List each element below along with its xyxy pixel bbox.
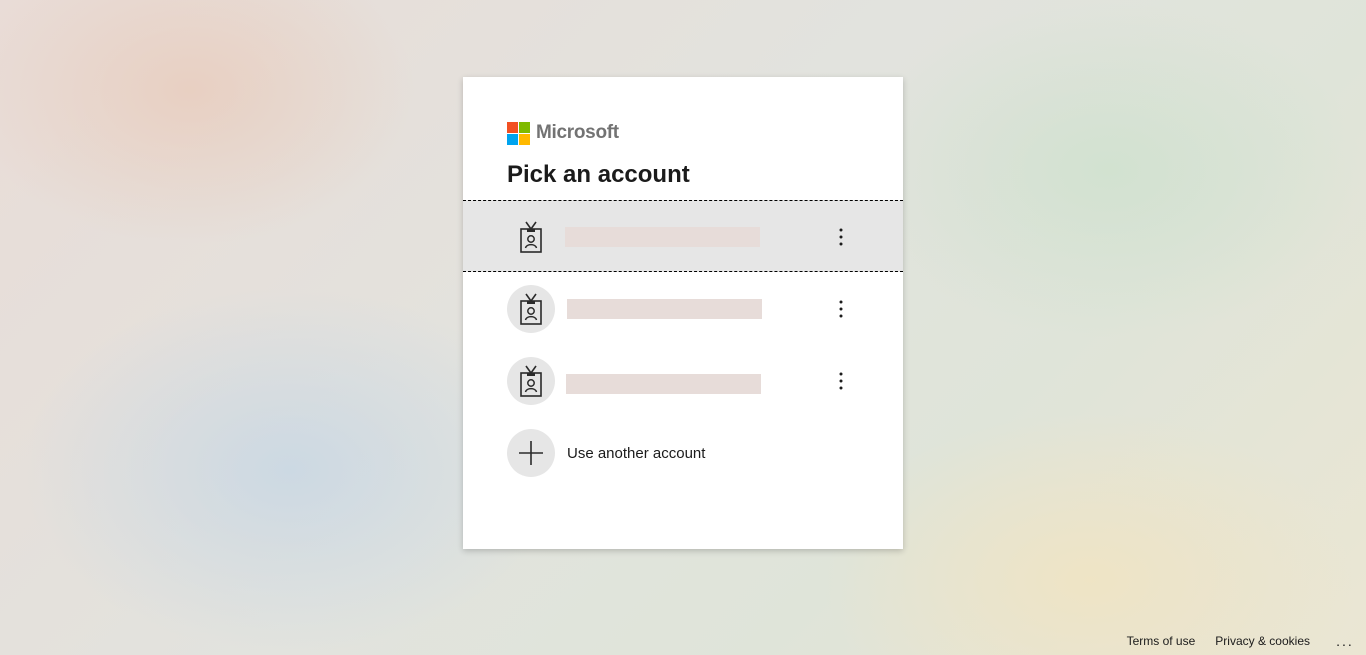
page-title: Pick an account [507, 161, 690, 188]
brand-name: Microsoft [536, 122, 619, 143]
account-email-redacted [565, 227, 760, 247]
microsoft-logo: Microsoft [507, 121, 619, 145]
account-email-redacted [567, 299, 762, 319]
more-options-footer-icon[interactable]: ... [1330, 633, 1360, 649]
plus-icon [519, 441, 543, 465]
account-email-redacted [566, 374, 761, 394]
badge-person-icon [520, 221, 542, 253]
badge-person-icon [520, 365, 542, 397]
account-tile-1[interactable] [463, 200, 903, 272]
account-avatar [507, 357, 555, 405]
use-another-account-label: Use another account [567, 445, 706, 462]
account-avatar [507, 285, 555, 333]
more-options-icon[interactable] [823, 363, 859, 399]
privacy-cookies-link[interactable]: Privacy & cookies [1215, 634, 1310, 648]
footer: Terms of use Privacy & cookies ... [1127, 627, 1366, 655]
account-tile-2[interactable] [463, 273, 903, 345]
add-account-avatar [507, 429, 555, 477]
sign-in-card: Microsoft Pick an account Use another ac… [463, 77, 903, 549]
account-tile-3[interactable] [463, 345, 903, 417]
account-avatar [507, 213, 555, 261]
more-options-icon[interactable] [823, 219, 859, 255]
microsoft-logo-icon [507, 121, 530, 145]
terms-of-use-link[interactable]: Terms of use [1127, 634, 1196, 648]
badge-person-icon [520, 293, 542, 325]
use-another-account-button[interactable]: Use another account [463, 417, 903, 489]
more-options-icon[interactable] [823, 291, 859, 327]
